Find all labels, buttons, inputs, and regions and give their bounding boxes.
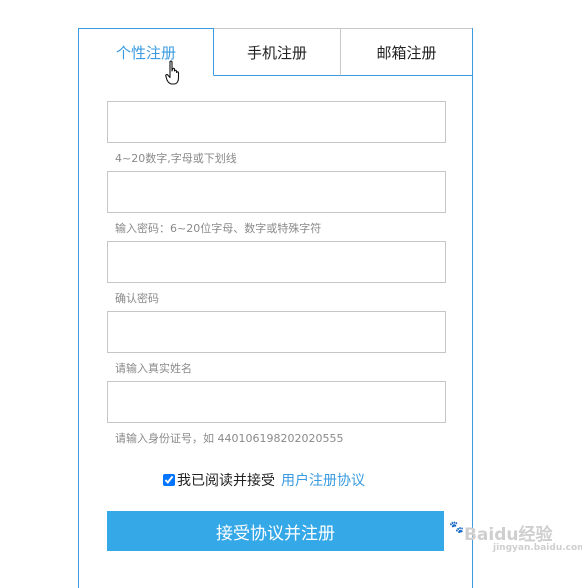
- tab-label: 邮箱注册: [376, 43, 437, 62]
- watermark-suffix: 经验: [518, 525, 553, 545]
- real-name-hint: 请输入真实姓名: [115, 362, 192, 375]
- id-number-hint: 请输入身份证号，如 440106198202020555: [115, 432, 344, 445]
- confirm-password-input[interactable]: [107, 241, 446, 283]
- confirm-password-field: 确认密码: [107, 241, 446, 306]
- id-number-field: 请输入身份证号，如 440106198202020555: [107, 381, 446, 446]
- baidu-paw-icon: 🐾: [449, 520, 464, 534]
- username-hint: 4~20数字,字母或下划线: [115, 152, 237, 165]
- baidu-watermark: 🐾Baidu经验 jingyan.baidu.com: [449, 520, 582, 553]
- confirm-password-hint: 确认密码: [115, 292, 159, 305]
- agreement-checkbox[interactable]: [163, 474, 175, 486]
- accept-and-register-button[interactable]: 接受协议并注册: [107, 511, 444, 551]
- username-field: 4~20数字,字母或下划线: [107, 101, 446, 166]
- agreement-text: 我已阅读并接受: [177, 473, 275, 489]
- tab-label: 手机注册: [246, 43, 307, 62]
- hand-pointer-icon: [165, 60, 180, 85]
- agreement-row: 我已阅读并接受 用户注册协议: [163, 470, 365, 490]
- user-agreement-link[interactable]: 用户注册协议: [281, 470, 365, 490]
- tab-phone-register[interactable]: 手机注册: [214, 28, 341, 76]
- username-input[interactable]: [107, 101, 446, 143]
- register-panel: 个性注册 手机注册 邮箱注册 4~20数字,字母或下划线 输入密码：6~20位字…: [78, 28, 473, 588]
- password-field: 输入密码：6~20位字母、数字或特殊字符: [107, 171, 446, 236]
- id-number-input[interactable]: [107, 381, 446, 423]
- watermark-url: jingyan.baidu.com: [493, 543, 582, 553]
- watermark-brand: Baidu: [463, 525, 519, 545]
- tab-bar: 个性注册 手机注册 邮箱注册: [79, 28, 472, 76]
- real-name-input[interactable]: [107, 311, 446, 353]
- password-input[interactable]: [107, 171, 446, 213]
- tab-email-register[interactable]: 邮箱注册: [341, 28, 472, 76]
- password-hint: 输入密码：6~20位字母、数字或特殊字符: [115, 222, 322, 235]
- tab-personal-register[interactable]: 个性注册: [79, 28, 214, 76]
- real-name-field: 请输入真实姓名: [107, 311, 446, 376]
